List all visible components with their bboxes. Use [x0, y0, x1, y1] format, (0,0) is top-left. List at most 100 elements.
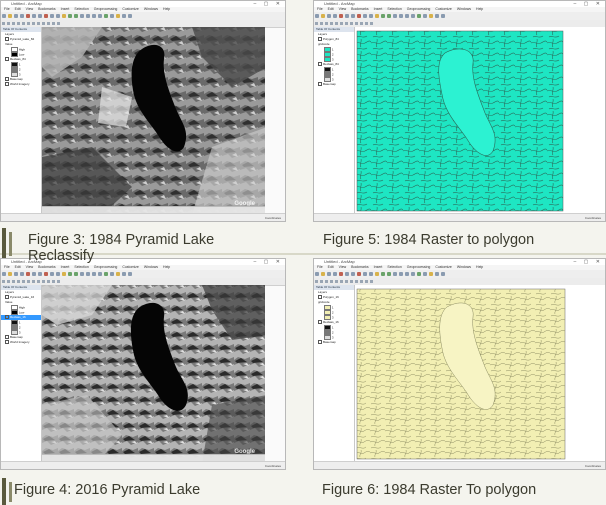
- add-data-icon[interactable]: [375, 14, 379, 18]
- save-icon[interactable]: [327, 14, 331, 18]
- delete-icon[interactable]: [357, 14, 361, 18]
- map-view[interactable]: [355, 285, 605, 461]
- toc-layer[interactable]: World Imagery: [1, 340, 41, 345]
- tool-icon[interactable]: [355, 280, 358, 283]
- tool-icon[interactable]: [330, 22, 333, 25]
- menu-selection[interactable]: Selection: [74, 265, 88, 269]
- new-icon[interactable]: [2, 14, 6, 18]
- catalog-icon[interactable]: [435, 14, 439, 18]
- tool-icon[interactable]: [52, 22, 55, 25]
- cut-icon[interactable]: [26, 14, 30, 18]
- menu-file[interactable]: File: [4, 7, 10, 11]
- menu-windows[interactable]: Windows: [144, 265, 158, 269]
- tool-icon[interactable]: [42, 22, 45, 25]
- tool-icon[interactable]: [47, 280, 50, 283]
- tool-icon[interactable]: [325, 22, 328, 25]
- menu-help[interactable]: Help: [476, 7, 483, 11]
- menu-geoprocessing[interactable]: Geoprocessing: [94, 265, 118, 269]
- measure-icon[interactable]: [417, 272, 421, 276]
- catalog-icon[interactable]: [122, 14, 126, 18]
- identify-icon[interactable]: [92, 14, 96, 18]
- menu-help[interactable]: Help: [163, 7, 170, 11]
- arctoolbox-icon[interactable]: [429, 272, 433, 276]
- menu-view[interactable]: View: [339, 7, 347, 11]
- tool-icon[interactable]: [365, 280, 368, 283]
- hyperlink-icon[interactable]: [110, 272, 114, 276]
- tool-icon[interactable]: [32, 280, 35, 283]
- menu-help[interactable]: Help: [476, 265, 483, 269]
- new-icon[interactable]: [315, 14, 319, 18]
- tool-icon[interactable]: [370, 280, 373, 283]
- save-icon[interactable]: [14, 272, 18, 276]
- tool-icon[interactable]: [315, 22, 318, 25]
- tool-icon[interactable]: [355, 22, 358, 25]
- tool-icon[interactable]: [17, 280, 20, 283]
- tool-icon[interactable]: [315, 280, 318, 283]
- map-view[interactable]: Google: [42, 285, 265, 461]
- menu-selection[interactable]: Selection: [74, 7, 88, 11]
- tool-icon[interactable]: [335, 280, 338, 283]
- python-icon[interactable]: [441, 14, 445, 18]
- menu-view[interactable]: View: [339, 265, 347, 269]
- pan-icon[interactable]: [393, 14, 397, 18]
- pan-icon[interactable]: [80, 272, 84, 276]
- measure-icon[interactable]: [417, 14, 421, 18]
- tool-icon[interactable]: [345, 22, 348, 25]
- tool-icon[interactable]: [340, 22, 343, 25]
- delete-icon[interactable]: [44, 272, 48, 276]
- menu-edit[interactable]: Edit: [15, 265, 21, 269]
- new-icon[interactable]: [2, 272, 6, 276]
- paste-icon[interactable]: [38, 272, 42, 276]
- tool-icon[interactable]: [360, 22, 363, 25]
- find-icon[interactable]: [98, 14, 102, 18]
- tool-icon[interactable]: [57, 280, 60, 283]
- menu-insert[interactable]: Insert: [61, 7, 70, 11]
- add-data-icon[interactable]: [62, 272, 66, 276]
- menu-file[interactable]: File: [4, 265, 10, 269]
- tool-icon[interactable]: [320, 22, 323, 25]
- zoom-out-icon[interactable]: [387, 14, 391, 18]
- print-icon[interactable]: [333, 14, 337, 18]
- arctoolbox-icon[interactable]: [429, 14, 433, 18]
- menu-customize[interactable]: Customize: [435, 7, 452, 11]
- cut-icon[interactable]: [339, 272, 343, 276]
- menu-bookmarks[interactable]: Bookmarks: [351, 265, 369, 269]
- save-icon[interactable]: [327, 272, 331, 276]
- identify-icon[interactable]: [405, 14, 409, 18]
- identify-icon[interactable]: [92, 272, 96, 276]
- redo-icon[interactable]: [56, 272, 60, 276]
- hyperlink-icon[interactable]: [423, 272, 427, 276]
- full-extent-icon[interactable]: [86, 14, 90, 18]
- tool-icon[interactable]: [57, 22, 60, 25]
- delete-icon[interactable]: [44, 14, 48, 18]
- menu-insert[interactable]: Insert: [374, 265, 383, 269]
- save-icon[interactable]: [14, 14, 18, 18]
- print-icon[interactable]: [20, 14, 24, 18]
- catalog-icon[interactable]: [122, 272, 126, 276]
- tool-icon[interactable]: [22, 22, 25, 25]
- redo-icon[interactable]: [56, 14, 60, 18]
- zoom-in-icon[interactable]: [381, 14, 385, 18]
- zoom-in-icon[interactable]: [68, 14, 72, 18]
- undo-icon[interactable]: [50, 272, 54, 276]
- pan-icon[interactable]: [80, 14, 84, 18]
- tool-icon[interactable]: [360, 280, 363, 283]
- tool-icon[interactable]: [350, 280, 353, 283]
- catalog-icon[interactable]: [435, 272, 439, 276]
- undo-icon[interactable]: [363, 272, 367, 276]
- full-extent-icon[interactable]: [86, 272, 90, 276]
- paste-icon[interactable]: [38, 14, 42, 18]
- print-icon[interactable]: [20, 272, 24, 276]
- menu-insert[interactable]: Insert: [61, 265, 70, 269]
- menu-help[interactable]: Help: [163, 265, 170, 269]
- new-icon[interactable]: [315, 272, 319, 276]
- tool-icon[interactable]: [320, 280, 323, 283]
- find-icon[interactable]: [411, 14, 415, 18]
- menu-file[interactable]: File: [317, 7, 323, 11]
- measure-icon[interactable]: [104, 14, 108, 18]
- zoom-in-icon[interactable]: [381, 272, 385, 276]
- tool-icon[interactable]: [42, 280, 45, 283]
- python-icon[interactable]: [128, 272, 132, 276]
- menu-edit[interactable]: Edit: [328, 265, 334, 269]
- toc-layer[interactable]: Basemap: [314, 340, 354, 345]
